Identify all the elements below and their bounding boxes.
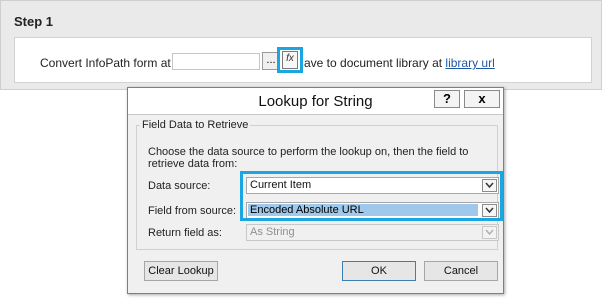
step-title: Step 1 [14, 14, 54, 29]
highlight-select-fields [240, 171, 503, 221]
data-source-label: Data source: [148, 180, 211, 192]
save-text-row: ave to document library at library url [304, 56, 495, 70]
help-icon: ? [443, 91, 451, 106]
group-label: Field Data to Retrieve [140, 119, 251, 131]
close-icon: x [478, 91, 486, 106]
return-field-as-value: As String [250, 226, 295, 238]
chevron-down-icon [482, 226, 497, 239]
convert-text: Convert InfoPath form at [40, 56, 171, 70]
save-text: ave to document library at [304, 56, 443, 70]
instructions-text: Choose the data source to perform the lo… [148, 146, 469, 170]
clear-lookup-button[interactable]: Clear Lookup [144, 261, 218, 281]
form-url-input[interactable] [172, 53, 260, 70]
return-field-as-label: Return field as: [148, 227, 222, 239]
field-from-source-label: Field from source: [148, 205, 237, 217]
help-button[interactable]: ? [434, 90, 460, 108]
highlight-fx-button [277, 47, 303, 73]
library-url-link[interactable]: library url [445, 56, 494, 70]
ok-button[interactable]: OK [342, 261, 416, 281]
dialog-titlebar: Lookup for String ? x [128, 88, 503, 115]
close-button[interactable]: x [464, 90, 500, 108]
step-row: Convert InfoPath form at [40, 56, 171, 70]
cancel-button[interactable]: Cancel [424, 261, 498, 281]
step-panel: Step 1 [0, 0, 602, 90]
return-field-as-select: As String [246, 224, 499, 241]
